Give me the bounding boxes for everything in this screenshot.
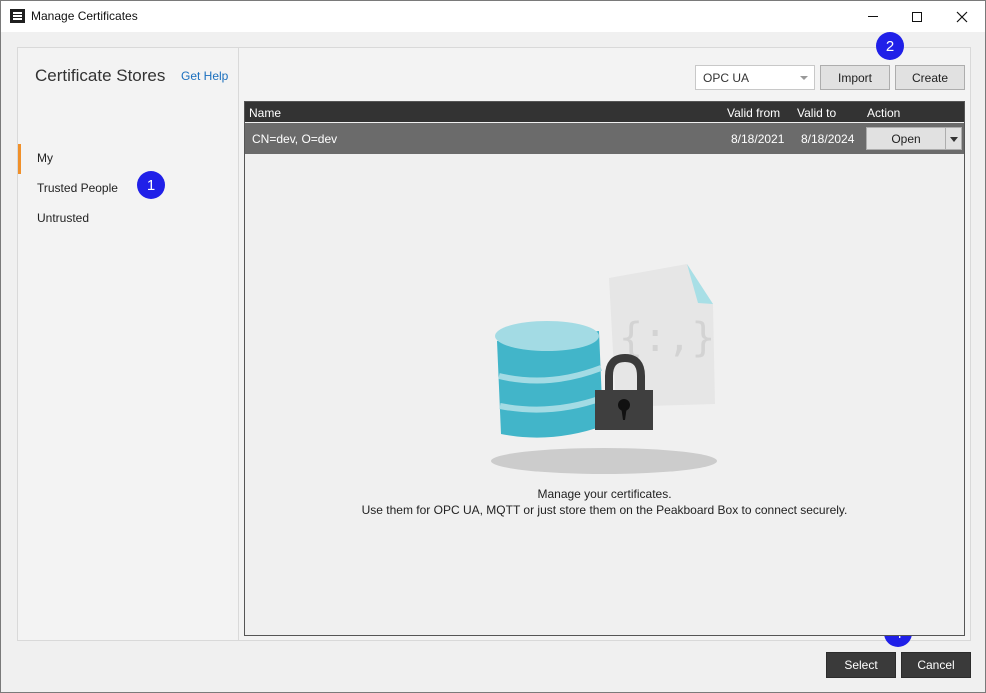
close-button[interactable] [939, 1, 985, 32]
store-list: My Trusted People Untrusted [18, 144, 238, 234]
column-header-action[interactable]: Action [867, 106, 900, 120]
import-button[interactable]: Import [820, 65, 890, 90]
sidebar-item-label: Trusted People [37, 181, 118, 195]
window-title: Manage Certificates [31, 9, 138, 23]
sidebar-item-label: My [37, 151, 53, 165]
column-header-name[interactable]: Name [249, 106, 281, 120]
sidebar: Certificate Stores Get Help My Trusted P… [18, 48, 239, 640]
open-dropdown-button[interactable] [945, 127, 962, 150]
cert-valid-to-cell: 8/18/2024 [801, 132, 855, 146]
minimize-button[interactable] [850, 1, 896, 32]
column-header-valid-from[interactable]: Valid from [727, 106, 780, 120]
certificates-illustration: {:,} [491, 264, 717, 474]
sidebar-title: Certificate Stores [35, 66, 166, 85]
open-button[interactable]: Open [866, 127, 946, 150]
cert-name-cell: CN=dev, O=dev [252, 132, 338, 146]
manage-certificates-window: Manage Certificates Certificate Stores G… [0, 0, 986, 693]
empty-state-line-2: Use them for OPC UA, MQTT or just store … [361, 503, 848, 517]
shadow-ellipse [491, 448, 717, 474]
sidebar-item-trusted-people[interactable]: Trusted People [18, 174, 238, 204]
code-braces-text: {:,} [619, 315, 715, 361]
maximize-icon [912, 11, 922, 22]
certificate-type-select[interactable]: OPC UA [695, 65, 815, 90]
document-icon: {:,} [609, 264, 715, 407]
select-button[interactable]: Select [826, 652, 896, 678]
database-icon [495, 321, 603, 438]
minimize-icon [868, 16, 878, 17]
empty-state-line-1: Manage your certificates. [537, 487, 672, 501]
cancel-button[interactable]: Cancel [901, 652, 971, 678]
column-header-valid-to[interactable]: Valid to [797, 106, 836, 120]
close-icon [956, 11, 968, 22]
sidebar-item-label: Untrusted [37, 211, 90, 225]
cert-valid-from-cell: 8/18/2021 [731, 132, 785, 146]
chevron-down-icon [800, 76, 808, 80]
maximize-button[interactable] [894, 1, 940, 32]
table-header: Name Valid from Valid to Action [245, 102, 964, 122]
sidebar-item-untrusted[interactable]: Untrusted [18, 204, 238, 234]
empty-state-message: Manage your certificates. Use them for O… [245, 486, 964, 518]
callout-badge-1: 1 [137, 171, 165, 199]
table-row[interactable]: CN=dev, O=dev 8/18/2021 8/18/2024 Open [245, 123, 964, 154]
get-help-link[interactable]: Get Help [181, 69, 228, 83]
callout-badge-2: 2 [876, 32, 904, 60]
app-icon [10, 9, 25, 23]
certificate-table: Name Valid from Valid to Action CN=dev, … [244, 101, 965, 636]
title-bar: Manage Certificates [1, 1, 985, 32]
sidebar-item-my[interactable]: My [18, 144, 238, 174]
certificate-type-value: OPC UA [703, 71, 750, 85]
create-button[interactable]: Create [895, 65, 965, 90]
